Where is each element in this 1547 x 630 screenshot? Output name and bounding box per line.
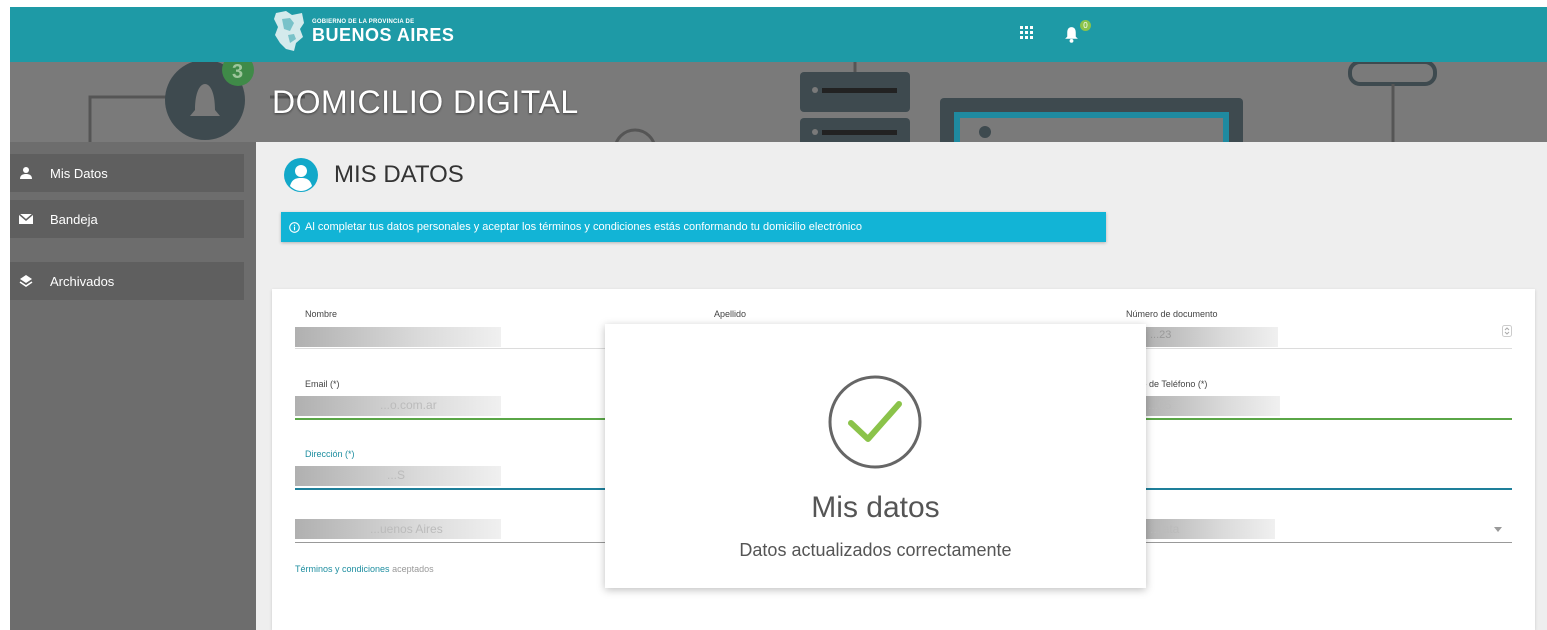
sidebar-item-label: Mis Datos bbox=[50, 165, 108, 181]
sidebar-item-label: Archivados bbox=[50, 273, 115, 289]
sidebar-item-mis-datos[interactable]: Mis Datos bbox=[10, 154, 244, 192]
hero-banner: 3 DOMICILIO DIGITAL bbox=[10, 62, 1547, 142]
dialog-message: Datos actualizados correctamente bbox=[739, 540, 1012, 560]
localidad-underline bbox=[1142, 542, 1512, 543]
logo-subtitle: GOBIERNO DE LA PROVINCIA DE bbox=[312, 18, 415, 25]
provincia-value: ...uenos Aires bbox=[370, 522, 443, 536]
nombre-field[interactable] bbox=[295, 327, 501, 347]
nombre-label: Nombre bbox=[305, 309, 338, 319]
bell-icon bbox=[1065, 27, 1078, 43]
telefono-value: ...05 bbox=[1148, 398, 1172, 412]
envelope-icon bbox=[19, 213, 33, 224]
chevron-down-icon[interactable] bbox=[1494, 527, 1502, 532]
documento-underline bbox=[1142, 348, 1512, 349]
number-spinner-icon[interactable] bbox=[1502, 325, 1512, 337]
top-bar: GOBIERNO DE LA PROVINCIA DE BUENOS AIRES… bbox=[10, 7, 1547, 62]
documento-label: Número de documento bbox=[1126, 309, 1218, 319]
email-label: Email (*) bbox=[305, 379, 340, 389]
info-alert: Al completar tus datos personales y acep… bbox=[281, 212, 1106, 242]
sidebar-item-bandeja[interactable]: Bandeja bbox=[10, 200, 244, 238]
apps-grid-icon[interactable] bbox=[1020, 26, 1033, 39]
province-logo[interactable]: GOBIERNO DE LA PROVINCIA DE BUENOS AIRES bbox=[272, 9, 454, 53]
documento-value: ...23 bbox=[1150, 329, 1172, 341]
terms-accepted-text: aceptados bbox=[392, 564, 434, 574]
direccion-value: ...S bbox=[387, 468, 406, 482]
user-icon bbox=[20, 167, 32, 179]
terms-status: Términos y condiciones aceptados bbox=[295, 564, 434, 574]
banner-title: DOMICILIO DIGITAL bbox=[272, 84, 579, 120]
localidad-value: ...lata bbox=[1150, 522, 1180, 536]
province-map-icon bbox=[274, 11, 304, 51]
info-text: Al completar tus datos personales y acep… bbox=[305, 221, 862, 233]
info-icon bbox=[289, 221, 300, 233]
direccion-label: Dirección (*) bbox=[305, 449, 355, 459]
terms-link[interactable]: Términos y condiciones bbox=[295, 564, 390, 574]
sidebar-item-archivados[interactable]: Archivados bbox=[10, 262, 244, 300]
sidebar-item-label: Bandeja bbox=[50, 211, 98, 227]
user-circle-icon bbox=[284, 158, 318, 192]
email-value: ...o.com.ar bbox=[380, 398, 437, 412]
banner-illustration: 3 bbox=[88, 62, 1437, 142]
logo-title: BUENOS AIRES bbox=[312, 24, 455, 45]
notifications-button[interactable]: 0 bbox=[1060, 20, 1091, 45]
direccion-underline-right bbox=[1142, 488, 1512, 490]
success-check-icon bbox=[828, 375, 922, 469]
svg-text:3: 3 bbox=[232, 62, 243, 83]
telefono-underline bbox=[1142, 418, 1512, 420]
dialog-title: Mis datos bbox=[811, 491, 940, 524]
page-title: MIS DATOS bbox=[334, 161, 464, 188]
success-dialog: Mis datos Datos actualizados correctamen… bbox=[605, 324, 1146, 588]
apellido-label: Apellido bbox=[714, 309, 747, 319]
sidebar: Mis Datos Bandeja Archivados bbox=[10, 142, 256, 630]
notification-count-badge: 0 bbox=[1080, 20, 1091, 31]
layers-icon bbox=[19, 275, 33, 287]
page-header: MIS DATOS bbox=[284, 158, 464, 192]
